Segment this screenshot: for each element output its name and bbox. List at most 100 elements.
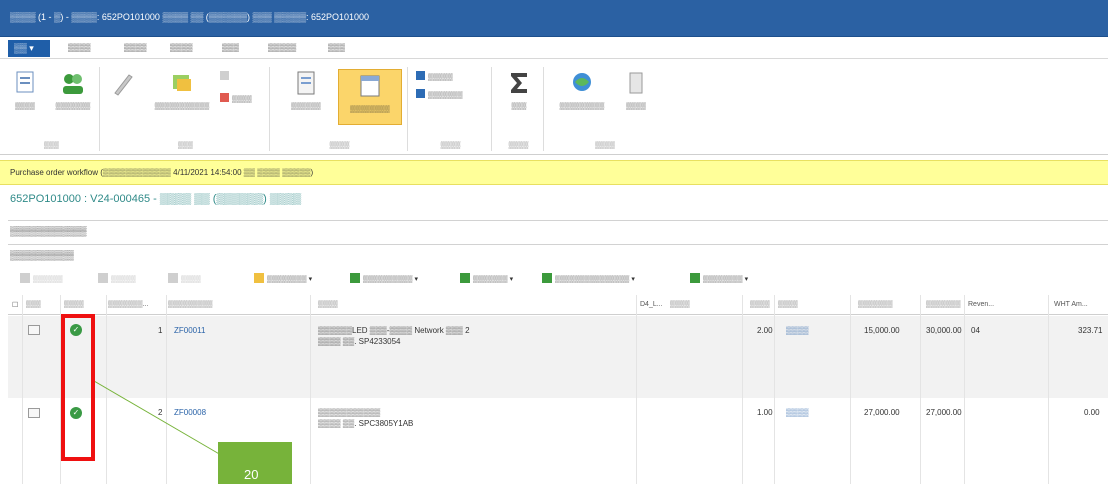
- add-icon: [98, 273, 108, 283]
- column-divider: [850, 295, 851, 484]
- pencil-icon: [114, 74, 133, 96]
- new-order-button[interactable]: ▒▒▒▒: [4, 67, 46, 123]
- related-link-2[interactable]: ▒▒▒▒▒▒▒: [416, 89, 463, 102]
- ribbon-group-setup: ▒▒▒▒▒▒▒▒▒ ▒▒▒▒ ▒▒▒▒: [546, 67, 664, 151]
- unit-link[interactable]: ▒▒▒▒: [786, 408, 809, 417]
- add-icon: [20, 273, 30, 283]
- header-revenue[interactable]: Reven...: [968, 301, 994, 308]
- divider: [8, 244, 1108, 245]
- annotation-number-tag: 20: [218, 442, 292, 484]
- cancel-icon: [220, 93, 229, 102]
- tab-invoice[interactable]: ▒▒▒▒▒: [268, 43, 296, 52]
- view-details-button[interactable]: ▒▒▒▒▒▒: [276, 67, 336, 123]
- add-lines-button[interactable]: ▒▒▒▒▒: [98, 273, 136, 287]
- edit-button[interactable]: [104, 67, 140, 123]
- ribbon-group-related: ▒▒▒▒▒ ▒▒▒▒▒▒▒ ▒▒▒▒: [410, 67, 492, 151]
- header-net-amount[interactable]: ▒▒▒▒▒▒▒: [926, 301, 961, 308]
- purchase-order-line-menu[interactable]: ▒▒▒▒▒▒▒▒ ▾: [254, 273, 312, 287]
- view-purchase-order-button[interactable]: ▒▒▒▒▒▒▒▒: [338, 69, 402, 125]
- divider: [8, 220, 1108, 221]
- header-line-no[interactable]: ▒▒▒▒▒▒▒...: [108, 301, 149, 308]
- wht-amount: 0.00: [1084, 408, 1100, 417]
- mail-merge-icon: [173, 75, 191, 91]
- tab-purchase-order[interactable]: ▒▒▒▒: [68, 43, 91, 52]
- item-name-line2: ▒▒▒▒ ▒▒. SP4233054: [318, 337, 401, 346]
- header-unit[interactable]: ▒▒▒▒: [778, 301, 798, 308]
- workflow-bar[interactable]: Purchase order workflow (▒▒▒▒▒▒▒▒▒▒▒▒ 4/…: [0, 160, 1108, 185]
- item-number-link[interactable]: ZF00011: [174, 326, 205, 335]
- close-icon: [220, 71, 229, 80]
- annotation-number: 20: [244, 467, 259, 482]
- record-subtitle: 652PO101000 : V24-000465 - ▒▒▒▒ ▒▒ (▒▒▒▒…: [10, 193, 302, 205]
- dimensions-button[interactable]: ▒▒▒▒: [616, 67, 656, 123]
- update-line-menu[interactable]: ▒▒▒▒▒▒▒▒ ▾: [690, 273, 748, 287]
- column-divider: [310, 295, 311, 484]
- header-fasttab[interactable]: ▒▒▒▒▒▒▒▒▒▒▒▒: [10, 226, 87, 236]
- table-row[interactable]: ✓ 1 ZF00011 ▒▒▒▒▒▒LED ▒▒▒-▒▒▒▒ Network ▒…: [8, 316, 1108, 398]
- title-bar: ▒▒▒▒ (1 - ▒) - ▒▒▒▒: 652PO101000 ▒▒▒▒ ▒▒…: [0, 0, 1108, 37]
- globe-icon: [573, 73, 591, 91]
- column-divider: [106, 295, 107, 484]
- ribbon-group-maintain: ▒▒▒▒▒▒▒▒▒▒▒ ▒▒▒▒ ▒▒▒: [102, 67, 270, 151]
- add-line-button[interactable]: ▒▒▒▒▒▒: [20, 273, 63, 287]
- item-name-line2: ▒▒▒▒ ▒▒. SPC3805Y1AB: [318, 419, 414, 428]
- workflow-text: Purchase order workflow (▒▒▒▒▒▒▒▒▒▒▒▒ 4/…: [10, 168, 314, 177]
- line-number: 1: [158, 326, 163, 335]
- tab-manage[interactable]: ▒▒▒▒: [170, 43, 193, 52]
- update-icon: [690, 273, 700, 283]
- file-tab[interactable]: ▒▒ ▾: [8, 40, 50, 57]
- item-name-line1: ▒▒▒▒▒▒LED ▒▒▒-▒▒▒▒ Network ▒▒▒ 2: [318, 326, 470, 335]
- column-divider: [1048, 295, 1049, 484]
- tab-general[interactable]: ▒▒▒: [328, 43, 345, 52]
- line-type-icon: [28, 408, 40, 418]
- users-icon: [63, 74, 83, 94]
- line-number: 2: [158, 408, 163, 417]
- product-menu[interactable]: ▒▒▒▒▒▒▒▒▒▒▒▒▒▒▒ ▾: [542, 273, 635, 287]
- net-amount: 30,000.00: [926, 326, 962, 335]
- request-change-button[interactable]: ▒▒▒▒▒▒▒▒▒▒▒: [142, 67, 222, 123]
- revenue: 04: [971, 326, 980, 335]
- tab-receive[interactable]: ▒▒▒: [222, 43, 239, 52]
- column-divider: [636, 295, 637, 484]
- header-quantity[interactable]: ▒▒▒▒: [750, 301, 770, 308]
- ribbon-group-view: ▒▒▒▒▒▒ ▒▒▒▒▒▒▒▒ ▒▒▒▒: [272, 67, 408, 151]
- update-from-button[interactable]: ▒▒▒▒▒▒▒▒▒: [552, 67, 612, 123]
- column-divider: [774, 295, 775, 484]
- financials-menu[interactable]: ▒▒▒▒▒▒▒▒▒▒ ▾: [350, 273, 418, 287]
- table-row[interactable]: ✓ 2 ZF00008 ▒▒▒▒▒▒▒▒▒▒▒ ▒▒▒▒ ▒▒. SPC3805…: [8, 398, 1108, 484]
- header-dimension[interactable]: D4_L...: [640, 301, 663, 308]
- copy-from-journal-button[interactable]: ▒▒▒▒▒▒▒: [48, 67, 98, 123]
- window-title: ▒▒▒▒ (1 - ▒) - ▒▒▒▒: 652PO101000 ▒▒▒▒ ▒▒…: [10, 12, 370, 22]
- sigma-icon: [511, 73, 527, 93]
- ribbon-group-totals: ▒▒▒ ▒▒▒▒: [494, 67, 544, 151]
- header-dimension-2[interactable]: ▒▒▒▒: [670, 301, 690, 308]
- menu-icon: [254, 273, 264, 283]
- quantity: 2.00: [757, 326, 773, 335]
- item-name-line1: ▒▒▒▒▒▒▒▒▒▒▒: [318, 408, 381, 417]
- ribbon: ▒▒▒▒ ▒▒▒▒▒▒▒ ▒▒▒ ▒▒▒▒▒▒▒▒▒▒▒ ▒▒▒▒ ▒▒▒ ▒▒…: [0, 59, 1108, 155]
- settings-icon: [629, 72, 643, 94]
- order-lines-grid: ☐ ▒▒▒ ▒▒▒▒ ▒▒▒▒▒▒▒... ▒▒▒▒▒▒▒▒▒ ▒▒▒▒ D4_…: [8, 295, 1108, 484]
- item-number-link[interactable]: ZF00008: [174, 408, 206, 417]
- tab-purchase[interactable]: ▒▒▒▒: [124, 43, 147, 52]
- header-name[interactable]: ▒▒▒▒: [318, 301, 338, 308]
- header-type[interactable]: ▒▒▒: [26, 301, 41, 308]
- unit-price: 27,000.00: [864, 408, 900, 417]
- header-item-no[interactable]: ▒▒▒▒▒▒▒▒▒: [168, 301, 213, 308]
- line-type-icon: [28, 325, 40, 335]
- lines-fasttab[interactable]: ▒▒▒▒▒▒▒▒▒▒: [10, 250, 74, 260]
- cancel-button[interactable]: ▒▒▒▒: [220, 93, 252, 106]
- inventory-menu[interactable]: ▒▒▒▒▒▒▒ ▾: [460, 273, 513, 287]
- header-unit-price[interactable]: ▒▒▒▒▒▒▒: [858, 301, 893, 308]
- related-link-1[interactable]: ▒▒▒▒▒: [416, 71, 453, 84]
- inventory-icon: [460, 273, 470, 283]
- header-status[interactable]: ▒▒▒▒: [64, 301, 84, 308]
- unit-link[interactable]: ▒▒▒▒: [786, 326, 809, 335]
- select-all-checkbox[interactable]: ☐: [12, 301, 18, 309]
- quantity: 1.00: [757, 408, 773, 417]
- totals-button[interactable]: ▒▒▒: [498, 67, 540, 123]
- remove-line-button[interactable]: ▒▒▒▒: [168, 273, 201, 287]
- grid-header: ☐ ▒▒▒ ▒▒▒▒ ▒▒▒▒▒▒▒... ▒▒▒▒▒▒▒▒▒ ▒▒▒▒ D4_…: [8, 295, 1108, 315]
- header-wht-amount[interactable]: WHT Am...: [1054, 301, 1088, 308]
- delete-button[interactable]: [220, 71, 232, 84]
